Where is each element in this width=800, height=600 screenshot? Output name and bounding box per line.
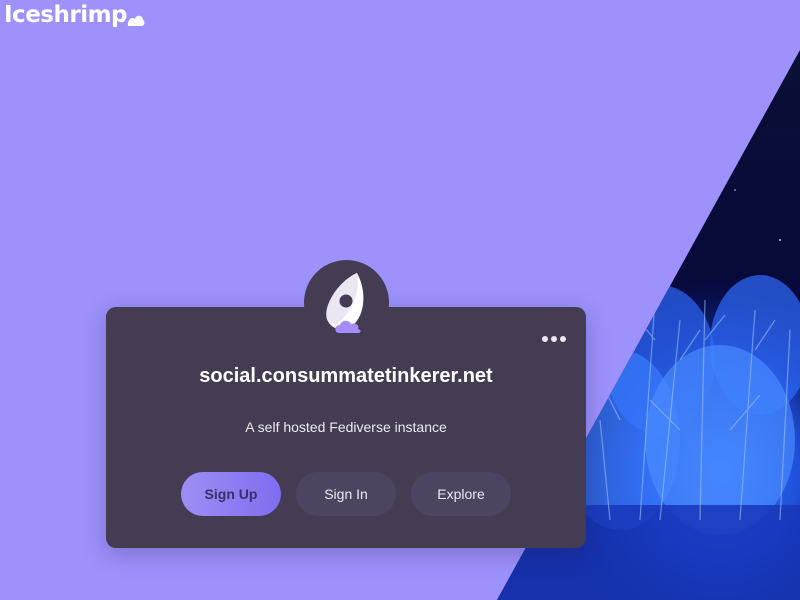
- dot: [542, 336, 548, 342]
- sign-in-button[interactable]: Sign In: [296, 472, 396, 516]
- brand-name: Iceshrimp: [4, 2, 128, 28]
- cloud-icon: [127, 15, 145, 26]
- more-dots-icon[interactable]: [542, 333, 566, 345]
- dot: [560, 336, 566, 342]
- action-buttons: Sign Up Sign In Explore: [181, 472, 511, 516]
- iceshrimp-logo-icon: [325, 272, 363, 333]
- instance-description: A self hosted Fediverse instance: [245, 419, 447, 435]
- brand-logo[interactable]: Iceshrimp: [4, 2, 145, 28]
- dot: [551, 336, 557, 342]
- explore-button[interactable]: Explore: [411, 472, 511, 516]
- sign-up-button[interactable]: Sign Up: [181, 472, 281, 516]
- instance-avatar: [304, 260, 389, 345]
- instance-name: social.consummatetinkerer.net: [199, 365, 493, 387]
